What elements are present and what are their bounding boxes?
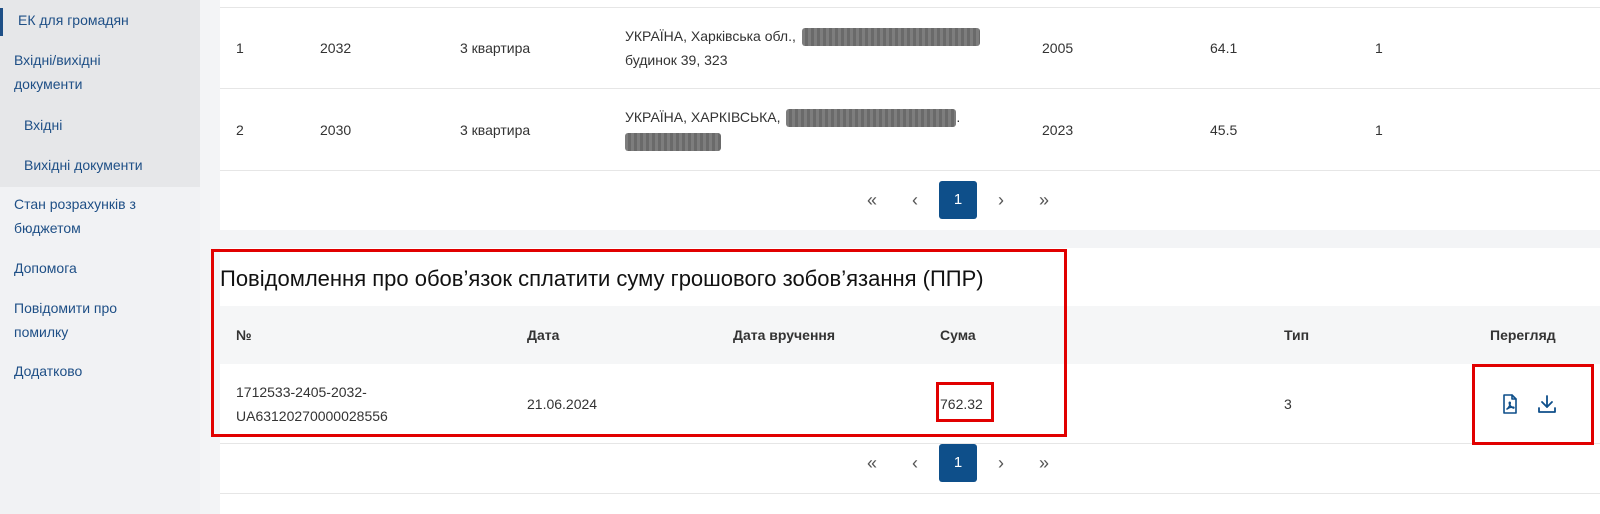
- ppr-table-header: № Дата Дата вручення Сума Тип Перегляд: [220, 306, 1600, 364]
- sidebar-item-help[interactable]: Допомога: [0, 256, 200, 280]
- redacted-block: [786, 109, 957, 128]
- address-line-1-suffix: .: [956, 109, 961, 125]
- ppr-pagination: « ‹ 1 › »: [220, 444, 1600, 484]
- sidebar-item-label: Повідомити про помилку: [14, 300, 118, 340]
- property-year: 2023: [1042, 122, 1074, 138]
- sidebar-item-additional[interactable]: Додатково: [0, 359, 200, 383]
- table-row: 1 2032 3 квартира УКРАЇНА, Харківська об…: [220, 8, 1600, 89]
- pagination-page-current[interactable]: 1: [939, 444, 977, 482]
- row-number: 2: [236, 122, 244, 138]
- ppr-date: 21.06.2024: [527, 396, 598, 412]
- row-number: 1: [236, 40, 244, 56]
- pagination-last-button[interactable]: »: [1025, 181, 1063, 219]
- header-delivery-date: Дата вручення: [733, 327, 836, 343]
- property-count: 1: [1375, 122, 1383, 138]
- sidebar-item-label: Вихідні документи: [24, 157, 143, 173]
- header-amount: Сума: [940, 327, 976, 343]
- property-type: 3 квартира: [460, 40, 531, 56]
- ppr-number-line-1: 1712533-2405-2032-: [236, 384, 367, 400]
- address-line-1: УКРАЇНА, ХАРКІВСЬКА,: [625, 109, 781, 125]
- main-content: 1 2032 3 квартира УКРАЇНА, Харківська об…: [200, 0, 1600, 514]
- pagination-prev-button[interactable]: ‹: [896, 181, 934, 219]
- card-bottom-divider: [220, 493, 1600, 494]
- sidebar-item-label: Допомога: [14, 260, 77, 276]
- pagination-next-button[interactable]: ›: [982, 444, 1020, 482]
- property-address: УКРАЇНА, ХАРКІВСЬКА, .: [625, 105, 1005, 153]
- header-date: Дата: [527, 327, 560, 343]
- ppr-number: 1712533-2405-2032- UA63120270000028556: [236, 380, 388, 428]
- sidebar-item-budget-status[interactable]: Стан розрахунків з бюджетом: [0, 192, 170, 240]
- table-row-top-edge: [220, 0, 1600, 8]
- header-number: №: [236, 327, 252, 343]
- ppr-card: Повідомлення про обов’язок сплатити суму…: [220, 248, 1600, 514]
- header-type: Тип: [1284, 327, 1310, 343]
- sidebar-item-label: ЕК для громадян: [18, 12, 129, 28]
- property-area: 45.5: [1210, 122, 1238, 138]
- sidebar-item-label: Стан розрахунків з бюджетом: [14, 196, 136, 236]
- ppr-type: 3: [1284, 396, 1292, 412]
- redacted-block: [801, 28, 980, 47]
- sidebar: ЕК для громадян Вхідні/вихідні документи…: [0, 0, 200, 514]
- sidebar-item-label: Вхідні/вихідні документи: [14, 52, 101, 92]
- pagination-first-button[interactable]: «: [853, 444, 891, 482]
- property-area: 64.1: [1210, 40, 1238, 56]
- sidebar-item-documents[interactable]: Вхідні/вихідні документи: [0, 48, 150, 96]
- property-pagination: « ‹ 1 › »: [220, 181, 1600, 221]
- redacted-block: [625, 133, 721, 152]
- sidebar-item-label: Додатково: [14, 363, 83, 379]
- sidebar-item-incoming[interactable]: Вхідні: [0, 113, 200, 137]
- pdf-file-icon[interactable]: [1498, 392, 1522, 416]
- property-count: 1: [1375, 40, 1383, 56]
- sidebar-item-outgoing[interactable]: Вихідні документи: [0, 153, 200, 177]
- property-year: 2005: [1042, 40, 1074, 56]
- property-address: УКРАЇНА, Харківська обл., будинок 39, 32…: [625, 24, 1005, 72]
- pagination-last-button[interactable]: »: [1025, 444, 1063, 482]
- sidebar-item-report-error[interactable]: Повідомити про помилку: [0, 296, 140, 344]
- ppr-section-title: Повідомлення про обов’язок сплатити суму…: [220, 266, 984, 291]
- pagination-first-button[interactable]: «: [853, 181, 891, 219]
- ppr-number-line-2: UA63120270000028556: [236, 408, 388, 424]
- pagination-next-button[interactable]: ›: [982, 181, 1020, 219]
- download-icon[interactable]: [1535, 392, 1559, 416]
- sidebar-item-label: Вхідні: [24, 117, 63, 133]
- pagination-page-current[interactable]: 1: [939, 181, 977, 219]
- address-line-1: УКРАЇНА, Харківська обл.,: [625, 28, 796, 44]
- property-code: 2032: [320, 40, 352, 56]
- sidebar-item-ek-citizens[interactable]: ЕК для громадян: [0, 8, 200, 36]
- table-row: 1712533-2405-2032- UA63120270000028556 2…: [220, 364, 1600, 444]
- pagination-prev-button[interactable]: ‹: [896, 444, 934, 482]
- address-line-2: будинок 39, 323: [625, 52, 728, 68]
- ppr-amount: 762.32: [940, 396, 983, 412]
- property-code: 2030: [320, 122, 352, 138]
- header-view: Перегляд: [1490, 327, 1556, 343]
- property-table-card: 1 2032 3 квартира УКРАЇНА, Харківська об…: [220, 0, 1600, 230]
- table-row: 2 2030 3 квартира УКРАЇНА, ХАРКІВСЬКА, .…: [220, 89, 1600, 171]
- property-type: 3 квартира: [460, 122, 531, 138]
